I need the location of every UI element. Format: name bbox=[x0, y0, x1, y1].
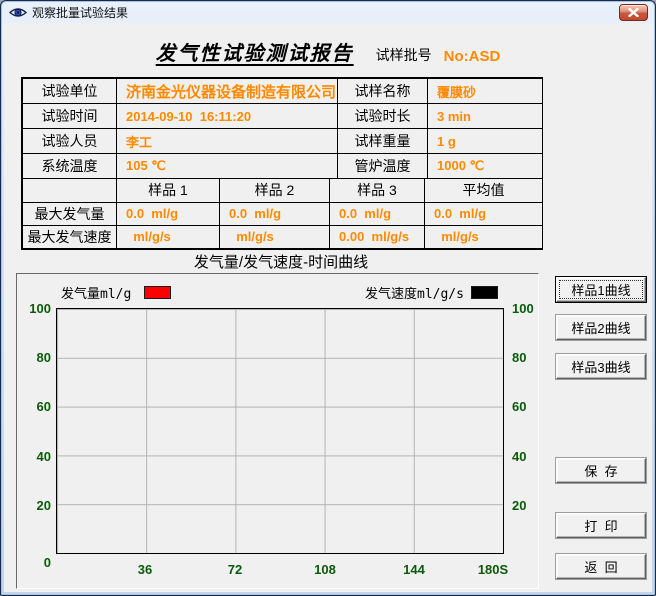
table-row: 试验时间 2014-09-10 16:11:20 试验时长 3 min bbox=[23, 104, 543, 129]
info-table: 试验单位 济南金光仪器设备制造有限公司 试样名称 覆膜砂 试验时间 2014-0… bbox=[21, 77, 543, 250]
titlebar[interactable]: 观察批量试验结果 bbox=[4, 2, 652, 23]
info-value: 3 min bbox=[428, 104, 543, 129]
results-value: 0.0 ml/g bbox=[425, 202, 543, 225]
table-row: 最大发气速度 ml/g/s ml/g/s 0.00 ml/g/s ml/g/s bbox=[23, 225, 543, 248]
table-row: 系统温度 105 ℃ 管炉温度 1000 ℃ bbox=[23, 154, 543, 179]
info-value: 2014-09-10 16:11:20 bbox=[117, 104, 338, 129]
y-axis-right-tick: 40 bbox=[512, 449, 539, 464]
results-row-label: 最大发气量 bbox=[23, 202, 117, 225]
save-button[interactable]: 保 存 bbox=[556, 458, 646, 483]
x-axis-tick: 36 bbox=[138, 562, 152, 577]
info-label: 系统温度 bbox=[23, 154, 117, 179]
table-row: 试验人员 李工 试样重量 1 g bbox=[23, 129, 543, 154]
print-button[interactable]: 打 印 bbox=[556, 513, 646, 538]
results-table: 样品 1 样品 2 样品 3 平均值 最大发气量 0.0 ml/g 0.0 ml… bbox=[22, 179, 543, 249]
sample2-curve-button[interactable]: 样品2曲线 bbox=[556, 315, 646, 340]
y-axis-right-tick: 100 bbox=[512, 301, 539, 316]
results-value: 0.0 ml/g bbox=[330, 202, 425, 225]
plot-area bbox=[56, 308, 504, 554]
results-column-header: 样品 3 bbox=[330, 179, 425, 202]
legend-rate-swatch bbox=[471, 286, 498, 299]
batch-number-label: 试样批号 bbox=[376, 45, 432, 65]
results-column-header: 平均值 bbox=[425, 179, 543, 202]
x-axis-tick: 180S bbox=[478, 562, 508, 577]
x-axis-tick: 144 bbox=[403, 562, 425, 577]
sample3-curve-button[interactable]: 样品3曲线 bbox=[556, 354, 646, 379]
results-column-header: 样品 1 bbox=[117, 179, 220, 202]
y-axis-left-tick: 60 bbox=[19, 399, 51, 414]
y-axis-left-tick: 40 bbox=[19, 449, 51, 464]
results-column-header: 样品 2 bbox=[220, 179, 330, 202]
results-value: ml/g/s bbox=[117, 225, 220, 248]
table-row: 最大发气量 0.0 ml/g 0.0 ml/g 0.0 ml/g 0.0 ml/… bbox=[23, 202, 543, 225]
info-label: 管炉温度 bbox=[338, 154, 428, 179]
info-value: 李工 bbox=[117, 129, 338, 154]
y-axis-left-tick: 80 bbox=[19, 350, 51, 365]
x-axis-tick: 108 bbox=[314, 562, 336, 577]
dialog-window: 观察批量试验结果 发气性试验测试报告 试样批号 No:ASD 试验单位 济南金光… bbox=[0, 0, 656, 596]
info-value: 覆膜砂 bbox=[428, 79, 543, 104]
legend-rate-label: 发气速度ml/g/s bbox=[365, 283, 464, 302]
y-axis-right-tick: 80 bbox=[512, 350, 539, 365]
y-axis-right-tick: 60 bbox=[512, 399, 539, 414]
results-row-label: 最大发气速度 bbox=[23, 225, 117, 248]
close-icon bbox=[628, 8, 639, 17]
y-axis-left-tick: 20 bbox=[19, 498, 51, 513]
results-value: 0.0 ml/g bbox=[117, 202, 220, 225]
window-title: 观察批量试验结果 bbox=[32, 4, 128, 21]
table-row: 样品 1 样品 2 样品 3 平均值 bbox=[23, 179, 543, 202]
info-label: 试样名称 bbox=[338, 79, 428, 104]
info-label: 试验人员 bbox=[23, 129, 117, 154]
info-value: 105 ℃ bbox=[117, 154, 338, 179]
table-row: 试验单位 济南金光仪器设备制造有限公司 试样名称 覆膜砂 bbox=[23, 79, 543, 104]
sample1-curve-button[interactable]: 样品1曲线 bbox=[556, 277, 646, 302]
report-title: 发气性试验测试报告 bbox=[156, 37, 354, 66]
info-value: 济南金光仪器设备制造有限公司 bbox=[117, 79, 338, 104]
batch-number-value: No:ASD bbox=[444, 48, 501, 65]
info-label: 试验时长 bbox=[338, 104, 428, 129]
back-button[interactable]: 返 回 bbox=[556, 554, 646, 579]
chart-section-title: 发气量/发气速度-时间曲线 bbox=[21, 251, 541, 272]
info-label: 试样重量 bbox=[338, 129, 428, 154]
close-button[interactable] bbox=[619, 4, 648, 21]
x-axis-tick: 72 bbox=[228, 562, 242, 577]
legend-gas-swatch bbox=[144, 286, 171, 299]
dialog-client-area: 发气性试验测试报告 试样批号 No:ASD 试验单位 济南金光仪器设备制造有限公… bbox=[4, 23, 652, 592]
results-value: ml/g/s bbox=[220, 225, 330, 248]
report-header: 发气性试验测试报告 试样批号 No:ASD bbox=[4, 37, 652, 66]
legend-gas-label: 发气量ml/g bbox=[61, 283, 131, 302]
chart-panel: 发气量ml/g 发气速度ml/g/s 100 80 60 40 20 0 100… bbox=[16, 273, 539, 589]
info-label: 试验时间 bbox=[23, 104, 117, 129]
info-value: 1 g bbox=[428, 129, 543, 154]
eye-icon bbox=[9, 5, 27, 20]
results-value: 0.0 ml/g bbox=[220, 202, 330, 225]
info-label: 试验单位 bbox=[23, 79, 117, 104]
results-value: ml/g/s bbox=[425, 225, 543, 248]
results-value: 0.00 ml/g/s bbox=[330, 225, 425, 248]
results-corner-cell bbox=[23, 179, 117, 202]
y-axis-left-tick: 100 bbox=[19, 301, 51, 316]
info-value: 1000 ℃ bbox=[428, 154, 543, 179]
y-axis-left-tick: 0 bbox=[19, 555, 51, 570]
y-axis-right-tick: 20 bbox=[512, 498, 539, 513]
